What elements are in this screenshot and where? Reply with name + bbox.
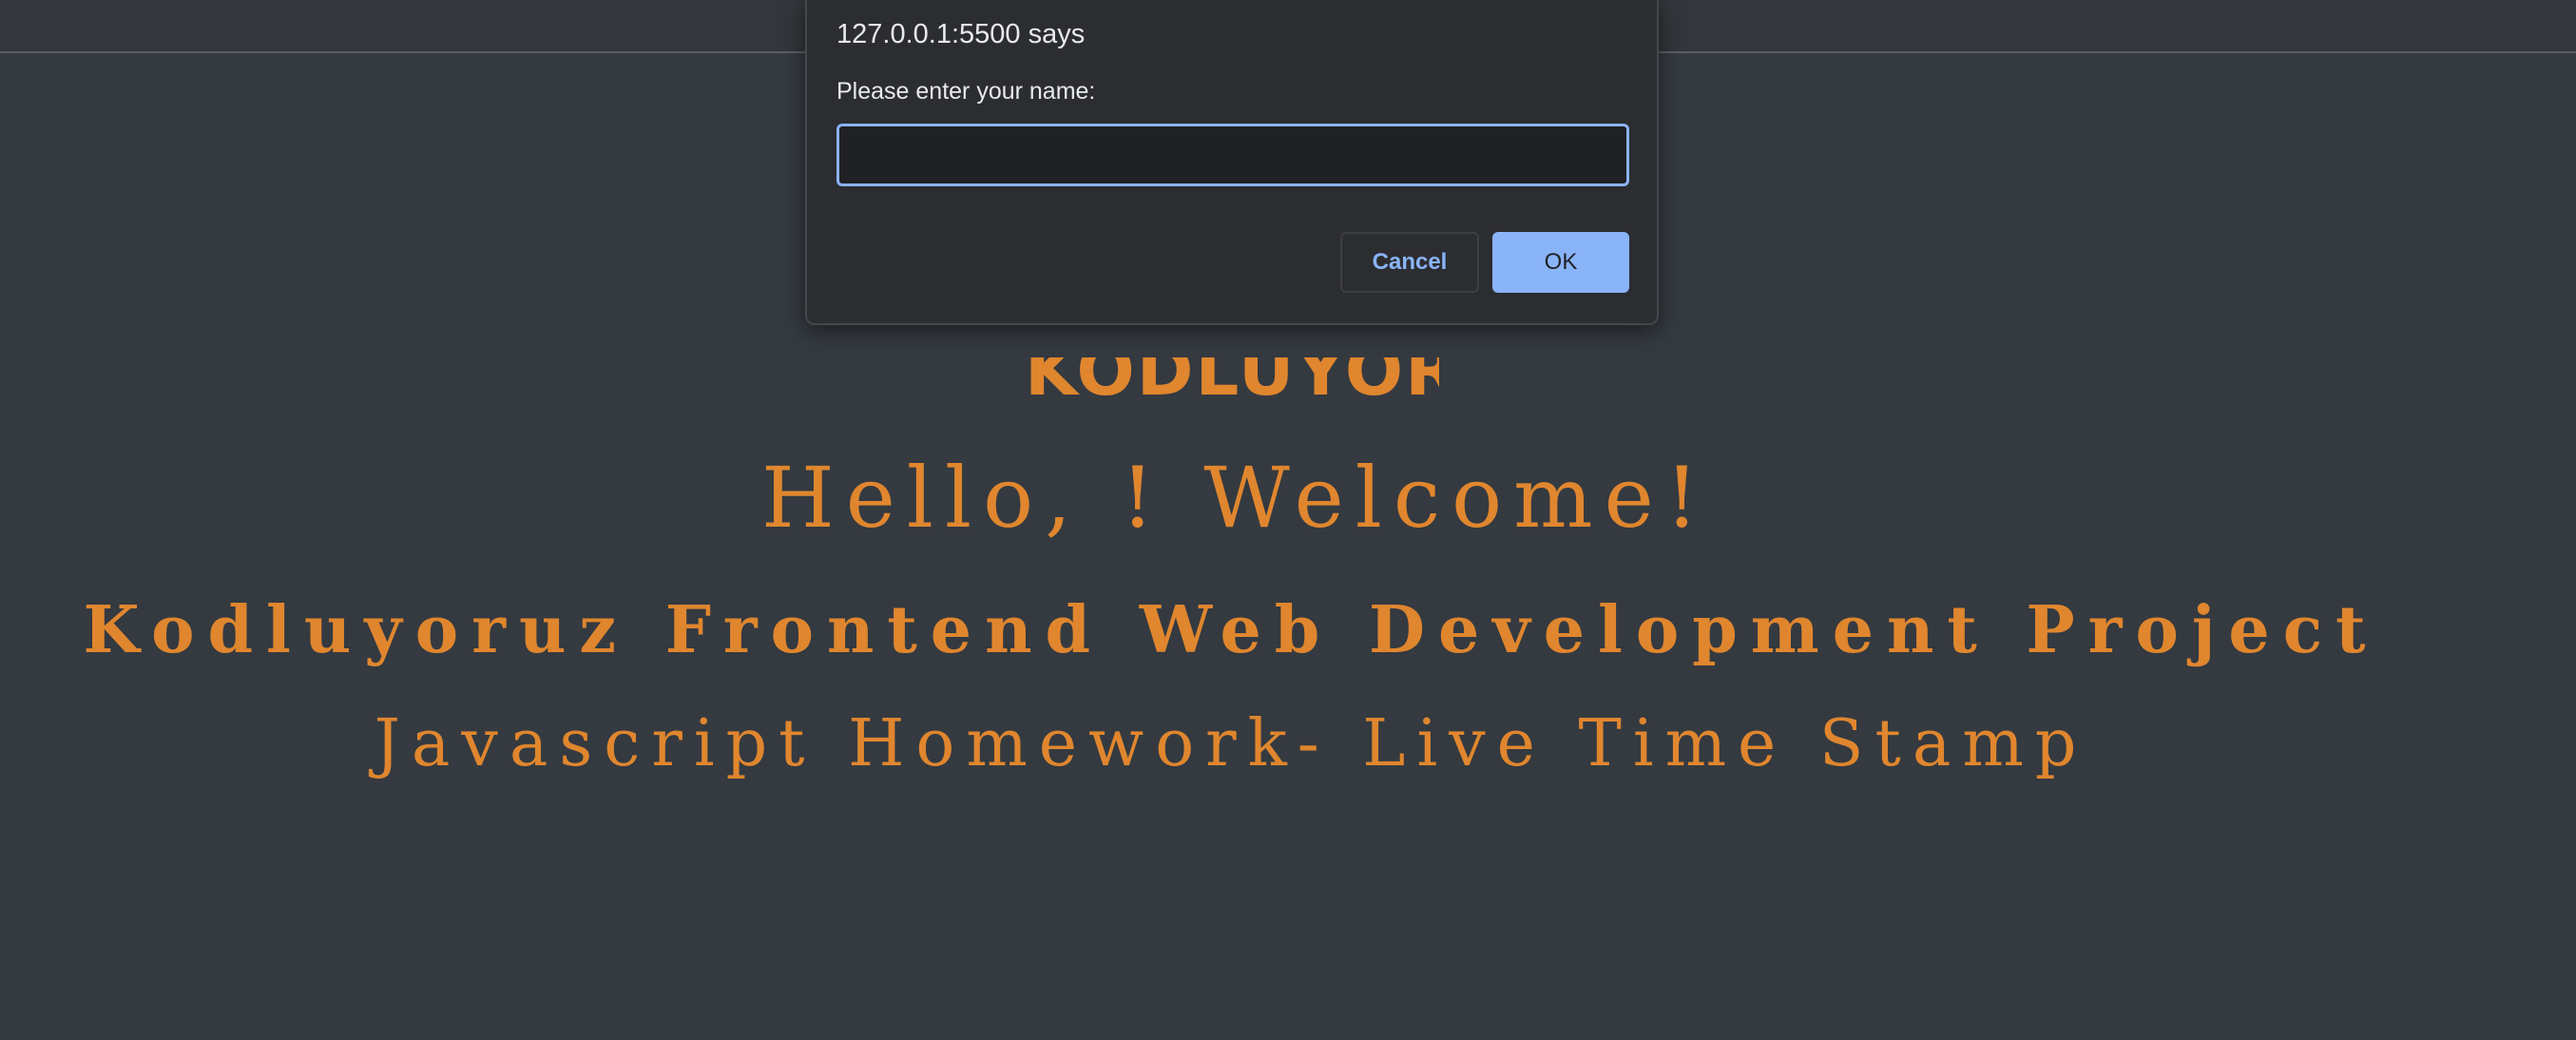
name-input[interactable] bbox=[836, 124, 1629, 186]
dialog-message: Please enter your name: bbox=[836, 78, 1096, 105]
project-title: Kodluyoruz Frontend Web Development Proj… bbox=[83, 592, 2379, 668]
ok-button[interactable]: OK bbox=[1492, 232, 1629, 293]
cancel-button[interactable]: Cancel bbox=[1340, 232, 1479, 293]
greeting-heading: Hello, ! Welcome! bbox=[760, 449, 1711, 547]
kodluyoruz-logo: KODLUYORUZ bbox=[1025, 357, 1439, 416]
prompt-dialog: 127.0.0.1:5500 says Please enter your na… bbox=[805, 0, 1659, 325]
homework-title: Javascript Homework- Live Time Stamp bbox=[374, 706, 2088, 781]
logo-text: KODLUYORUZ bbox=[1025, 357, 1439, 411]
dialog-title: 127.0.0.1:5500 says bbox=[836, 19, 1086, 49]
